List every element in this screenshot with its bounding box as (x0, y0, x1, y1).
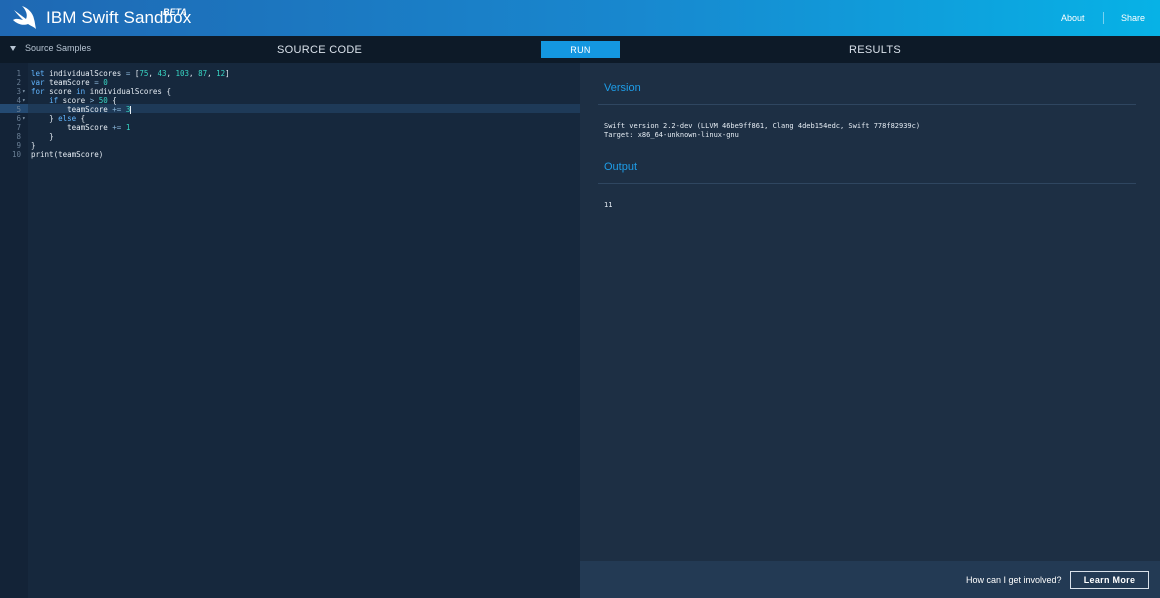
fold-arrow-icon[interactable]: ▾ (22, 87, 26, 96)
line-number: 7 (16, 123, 21, 132)
output-heading: Output (604, 161, 638, 173)
code-text[interactable]: var teamScore = 0 (31, 78, 108, 87)
swift-bird-icon[interactable] (11, 6, 37, 30)
code-text[interactable]: } (31, 141, 36, 150)
learn-more-button[interactable]: Learn More (1070, 571, 1149, 589)
output-value: 11 (604, 201, 613, 209)
code-text[interactable]: } else { (31, 114, 85, 123)
fold-arrow-icon[interactable]: ▾ (22, 114, 26, 123)
line-number: 10 (11, 150, 21, 159)
line-number: 6 (16, 114, 21, 123)
source-samples-label: Source Samples (25, 43, 92, 53)
code-text[interactable]: let individualScores = [75, 43, 103, 87,… (31, 69, 230, 78)
nav-share-link[interactable]: Share (1121, 13, 1145, 23)
top-header: IBM Swift Sandbox BETA About Share (0, 0, 1160, 36)
footer-bar: How can I get involved? Learn More (580, 561, 1160, 598)
line-number: 1 (16, 69, 21, 78)
line-number: 9 (16, 141, 21, 150)
results-title: RESULTS (849, 44, 902, 56)
caret-down-icon (10, 45, 16, 51)
code-text[interactable]: for score in individualScores { (31, 87, 171, 96)
run-button[interactable]: RUN (541, 41, 620, 58)
line-number: 3 (16, 87, 21, 96)
version-text: Swift version 2.2-dev (LLVM 46be9ff861, … (604, 122, 920, 140)
version-divider (598, 104, 1136, 105)
text-cursor (130, 106, 132, 114)
nav-about-link[interactable]: About (1061, 13, 1085, 23)
source-code-title: SOURCE CODE (277, 44, 363, 56)
beta-badge: BETA (163, 7, 187, 17)
involve-text: How can I get involved? (966, 575, 1062, 585)
source-samples-dropdown[interactable]: Source Samples (10, 43, 91, 53)
line-number: 5 (16, 105, 21, 114)
code-text[interactable]: teamScore += 1 (31, 123, 130, 132)
line-number: 8 (16, 132, 21, 141)
line-number: 4 (16, 96, 21, 105)
code-text[interactable]: teamScore += 3 (31, 105, 132, 114)
code-text[interactable]: print(teamScore) (31, 150, 103, 159)
output-divider (598, 183, 1136, 184)
nav-divider (1103, 12, 1104, 24)
code-editor[interactable]: 1 let individualScores = [75, 43, 103, 87… (0, 63, 580, 598)
code-text[interactable]: if score > 50 { (31, 96, 117, 105)
results-panel: Version Swift version 2.2-dev (LLVM 46be… (580, 63, 1160, 561)
version-line-1: Swift version 2.2-dev (LLVM 46be9ff861, … (604, 122, 921, 130)
version-heading: Version (604, 82, 641, 94)
line-number: 2 (16, 78, 21, 87)
code-text[interactable]: } (31, 132, 54, 141)
fold-arrow-icon[interactable]: ▾ (22, 96, 26, 105)
version-line-2: Target: x86_64-unknown-linux-gnu (604, 131, 739, 139)
